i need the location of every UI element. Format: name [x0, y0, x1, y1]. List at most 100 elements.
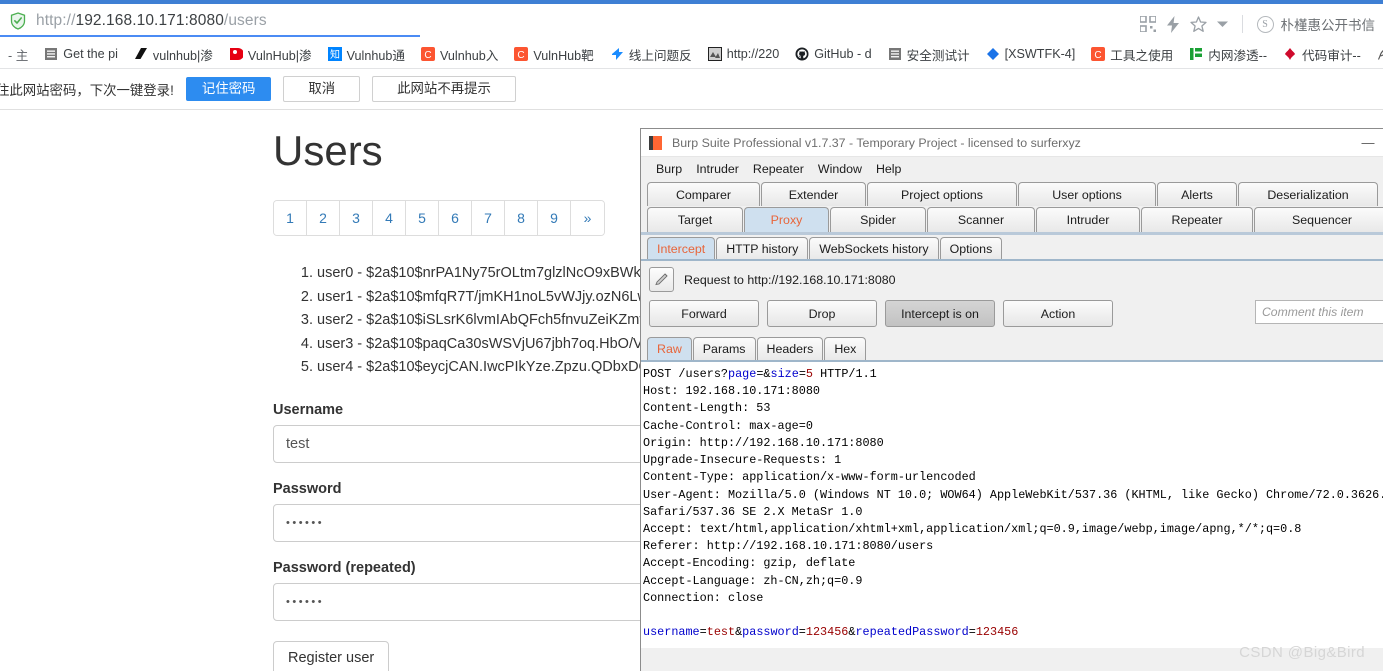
burp-menubar[interactable]: Burp Intruder Repeater Window Help: [641, 157, 1383, 181]
pagination-page-3[interactable]: 3: [340, 201, 373, 236]
svg-text:C: C: [424, 50, 431, 61]
profile-label: 朴槿惠公开书信: [1280, 18, 1376, 33]
menu-item-window[interactable]: Window: [811, 162, 869, 176]
bookmark-item[interactable]: 安全测试计: [880, 42, 978, 66]
tab-hex[interactable]: Hex: [824, 337, 867, 360]
bookmark-item[interactable]: C 工具之使用: [1083, 42, 1181, 66]
pagination-page-8[interactable]: 8: [505, 201, 538, 236]
burp-tabs-row-1[interactable]: Comparer Extender Project options User o…: [641, 181, 1383, 206]
bookmark-item[interactable]: C Vulnhub入: [413, 42, 506, 66]
address-bar[interactable]: http://192.168.10.171:8080/users: [0, 7, 420, 37]
raw-request-editor[interactable]: POST /users?page=&size=5 HTTP/1.1 Host: …: [641, 360, 1383, 648]
intercept-toggle-button[interactable]: Intercept is on: [885, 300, 995, 327]
pagination-page-1[interactable]: 1: [274, 201, 307, 236]
burp-logo-icon: [649, 135, 664, 150]
qr-code-icon[interactable]: [1139, 16, 1156, 32]
subtab-intercept[interactable]: Intercept: [647, 237, 716, 259]
tab-intruder[interactable]: Intruder: [1036, 207, 1140, 232]
chevron-down-icon[interactable]: [1216, 20, 1228, 28]
comment-input[interactable]: Comment this item: [1255, 300, 1383, 324]
subtab-http-history[interactable]: HTTP history: [716, 237, 809, 259]
tab-params[interactable]: Params: [692, 337, 756, 360]
tab-alerts[interactable]: Alerts: [1157, 182, 1237, 206]
cancel-button[interactable]: 取消: [283, 76, 361, 102]
drop-button[interactable]: Drop: [767, 300, 877, 327]
bookmark-item[interactable]: C VulnHub靶: [506, 42, 601, 66]
tab-project-options[interactable]: Project options: [867, 182, 1017, 206]
pagination-page-2[interactable]: 2: [307, 201, 340, 236]
tab-repeater[interactable]: Repeater: [1141, 207, 1253, 232]
header-line: Cache-Control: max-age=0: [643, 418, 813, 433]
tab-target[interactable]: Target: [647, 207, 743, 232]
bookmark-item[interactable]: 知 Vulnhub通: [320, 42, 413, 66]
tab-spider[interactable]: Spider: [830, 207, 926, 232]
bookmark-label: vulnhub|渗: [152, 48, 213, 63]
intercept-panel: Request to http://192.168.10.171:8080 Fo…: [641, 259, 1383, 648]
proxy-subtabs[interactable]: Intercept HTTP history WebSockets histor…: [641, 235, 1383, 259]
bookmark-label: GitHub - d: [814, 47, 872, 61]
menu-item-intruder[interactable]: Intruder: [689, 162, 746, 176]
password-repeat-masked-value: ••••••: [286, 595, 325, 608]
pencil-icon[interactable]: [649, 267, 674, 292]
list-icon: [45, 48, 58, 60]
browser-omnibox-bar: http://192.168.10.171:8080/users S 朴槿惠公开…: [0, 4, 1383, 40]
request-param-size-value: 5: [805, 367, 813, 381]
bookmark-item[interactable]: [XSWTFK-4]: [978, 42, 1084, 66]
header-line: User-Agent: Mozilla/5.0 (Windows NT 10.0…: [643, 487, 1383, 502]
bookmark-item[interactable]: GitHub - d: [787, 42, 879, 66]
pagination-next[interactable]: »: [571, 201, 604, 236]
pagination-page-6[interactable]: 6: [439, 201, 472, 236]
address-bar-url: http://192.168.10.171:8080/users: [36, 12, 267, 30]
header-line: Upgrade-Insecure-Requests: 1: [643, 453, 842, 468]
pagination-page-5[interactable]: 5: [406, 201, 439, 236]
tab-raw[interactable]: Raw: [647, 337, 692, 360]
bookmark-item[interactable]: 线上问题反: [602, 42, 700, 66]
minimize-icon[interactable]: —: [1353, 130, 1383, 156]
tab-comparer[interactable]: Comparer: [647, 182, 760, 206]
tab-deserialization[interactable]: Deserialization: [1238, 182, 1378, 206]
tab-user-options[interactable]: User options: [1018, 182, 1156, 206]
pagination-page-9[interactable]: 9: [538, 201, 571, 236]
subtab-websockets-history[interactable]: WebSockets history: [809, 237, 939, 259]
bookmark-item[interactable]: Get the pi: [36, 42, 126, 66]
profile-chip[interactable]: S 朴槿惠公开书信: [1256, 14, 1376, 34]
menu-item-burp[interactable]: Burp: [649, 162, 689, 176]
bookmark-item[interactable]: http://220: [700, 42, 788, 66]
burp-titlebar: Burp Suite Professional v1.7.37 - Tempor…: [641, 129, 1383, 157]
bookmark-item[interactable]: 内网渗透--: [1181, 42, 1275, 66]
body-value-repeated-password: 123456: [975, 625, 1019, 640]
body-key-username: username: [643, 625, 700, 640]
bookmark-item[interactable]: - 主: [2, 42, 36, 66]
bookmark-label: 工具之使用: [1110, 48, 1174, 63]
register-user-button[interactable]: Register user: [273, 640, 390, 671]
tab-headers[interactable]: Headers: [756, 337, 824, 360]
bookmark-label: - 主: [8, 48, 29, 63]
bookmark-item[interactable]: 代码审计--: [1275, 42, 1369, 66]
request-http-version: HTTP/1.1: [820, 367, 877, 381]
bookmark-label: Get the pi: [63, 47, 118, 61]
star-icon[interactable]: [1189, 15, 1207, 33]
burp-tabs-row-2[interactable]: Target Proxy Spider Scanner Intruder Rep…: [641, 206, 1383, 232]
pagination-page-4[interactable]: 4: [373, 201, 406, 236]
tab-extender[interactable]: Extender: [761, 182, 866, 206]
menu-item-help[interactable]: Help: [869, 162, 908, 176]
bookmark-item[interactable]: [1369, 42, 1383, 66]
subtab-options[interactable]: Options: [939, 237, 1003, 259]
lightning-icon[interactable]: [1166, 15, 1180, 33]
bookmark-item[interactable]: vulnhub|渗: [126, 42, 221, 66]
pagination[interactable]: 1 2 3 4 5 6 7 8 9 »: [273, 200, 605, 237]
tab-proxy[interactable]: Proxy: [744, 207, 829, 232]
action-button[interactable]: Action: [1003, 300, 1113, 327]
tab-scanner[interactable]: Scanner: [927, 207, 1035, 232]
bookmark-label: Vulnhub通: [346, 48, 405, 63]
save-password-button[interactable]: 记住密码: [185, 77, 272, 101]
pagination-page-7[interactable]: 7: [472, 201, 505, 236]
forward-button[interactable]: Forward: [649, 300, 759, 327]
bookmarks-bar[interactable]: - 主 Get the pi vulnhub|渗 VulnHub|渗 知 Vul…: [0, 40, 1383, 69]
http-request-text: POST /users?page=&size=5 HTTP/1.1 Host: …: [643, 366, 1383, 642]
bookmark-item[interactable]: VulnHub|渗: [221, 42, 320, 66]
message-editor-tabs[interactable]: Raw Params Headers Hex: [641, 335, 1383, 360]
tab-sequencer[interactable]: Sequencer: [1254, 207, 1383, 232]
menu-item-repeater[interactable]: Repeater: [746, 162, 811, 176]
never-for-this-site-button[interactable]: 此网站不再提示: [372, 76, 516, 102]
